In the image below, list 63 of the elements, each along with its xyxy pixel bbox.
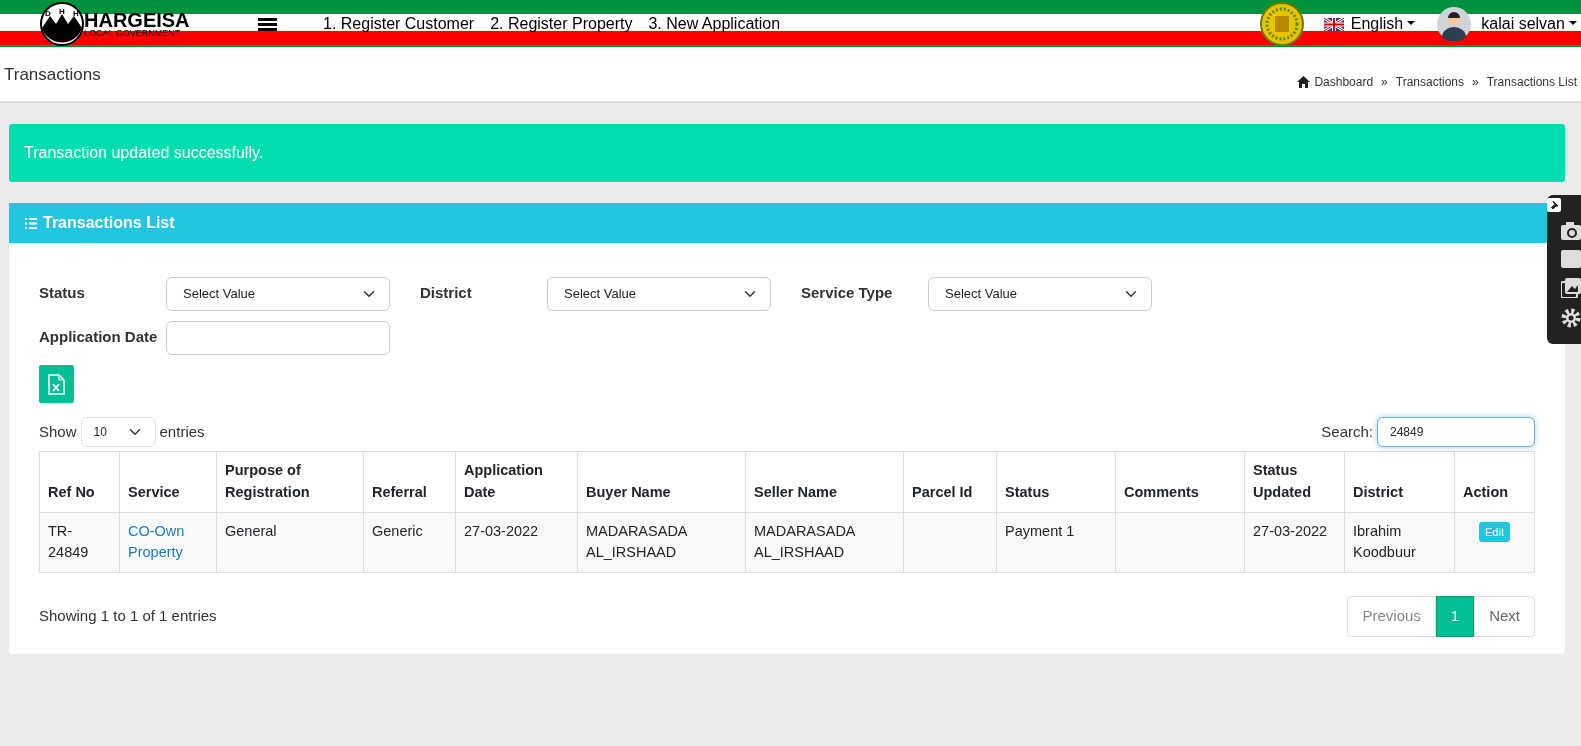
column-header: Parcel Id	[903, 451, 997, 512]
filter-label: Application Date	[39, 327, 159, 347]
table-cell: MADARASADA AL_IRSHAAD	[577, 512, 746, 573]
breadcrumb-link[interactable]: Transactions	[1395, 73, 1465, 91]
nav-link[interactable]: 3. New Application	[648, 12, 781, 36]
column-header: Buyer Name	[577, 451, 746, 512]
gear-icon[interactable]	[1561, 308, 1581, 328]
language-dropdown[interactable]: English	[1350, 12, 1416, 36]
date-field[interactable]	[166, 321, 390, 355]
images-icon[interactable]	[1561, 278, 1581, 298]
entries-info: Showing 1 to 1 of 1 entries	[39, 606, 217, 626]
entries-select[interactable]: 10	[80, 417, 156, 447]
table-cell: 27-03-2022	[1244, 512, 1345, 573]
logo-title: HARGEISA	[84, 10, 190, 29]
excel-file-icon	[48, 373, 65, 395]
filter-select[interactable]: Select Value	[928, 277, 1152, 311]
column-header: Seller Name	[745, 451, 904, 512]
breadcrumb-separator: »	[1472, 74, 1479, 91]
search-field[interactable]: 24849	[1377, 417, 1535, 447]
column-header: Status Updated	[1244, 451, 1345, 512]
uk-flag-icon	[1323, 17, 1344, 31]
page-button[interactable]: Next	[1474, 596, 1535, 637]
filter-label: Service Type	[801, 283, 894, 303]
filter-select[interactable]: Select Value	[547, 277, 771, 311]
camera-icon[interactable]	[1561, 222, 1581, 240]
column-header: Purpose of Registration	[216, 451, 364, 512]
column-header: Service	[119, 451, 217, 512]
column-header: Action	[1454, 451, 1535, 512]
column-header: Application Date	[455, 451, 578, 512]
home-icon	[1297, 76, 1311, 88]
table-cell: 27-03-2022	[455, 512, 578, 573]
breadcrumb-separator: »	[1381, 74, 1388, 91]
avatar-icon	[1437, 7, 1472, 41]
nav-link[interactable]: 2. Register Property	[490, 12, 633, 36]
page-title: Transactions	[3, 64, 102, 86]
column-header: District	[1344, 451, 1455, 512]
entries-label: entries	[159, 421, 205, 442]
breadcrumb-current: Transactions List	[1486, 74, 1577, 91]
breadcrumb-link[interactable]: Dashboard	[1314, 73, 1374, 91]
search-label: Search:	[1321, 421, 1373, 442]
show-label: Show	[39, 421, 77, 442]
nav-link[interactable]: 1. Register Customer	[323, 12, 475, 36]
column-header: Ref No	[39, 451, 120, 512]
table-cell: General	[216, 512, 364, 573]
card-title: Transactions List	[43, 213, 175, 233]
filter-label: Status	[39, 283, 86, 303]
column-header: Status	[996, 451, 1116, 512]
table-cell: TR-24849	[39, 512, 120, 573]
column-header: Comments	[1115, 451, 1245, 512]
filter-select[interactable]: Select Value	[166, 277, 390, 311]
pin-icon[interactable]	[1547, 198, 1561, 212]
table-cell: Payment 1	[996, 512, 1116, 573]
menu-icon[interactable]	[258, 16, 277, 32]
logo-emblem-drawing: D H H	[40, 2, 84, 46]
table-cell: Ibrahim Koodbuur	[1344, 512, 1455, 573]
table-cell: MADARASADA AL_IRSHAAD	[745, 512, 904, 573]
success-alert: Transaction updated successfully.	[9, 124, 1565, 182]
emblem-drawing	[1259, 2, 1304, 46]
list-icon	[25, 217, 37, 229]
user-menu[interactable]: kalai selvan	[1481, 12, 1577, 36]
filter-label: District	[420, 283, 473, 303]
column-header: Referral	[363, 451, 456, 512]
table-cell: Generic	[363, 512, 456, 573]
